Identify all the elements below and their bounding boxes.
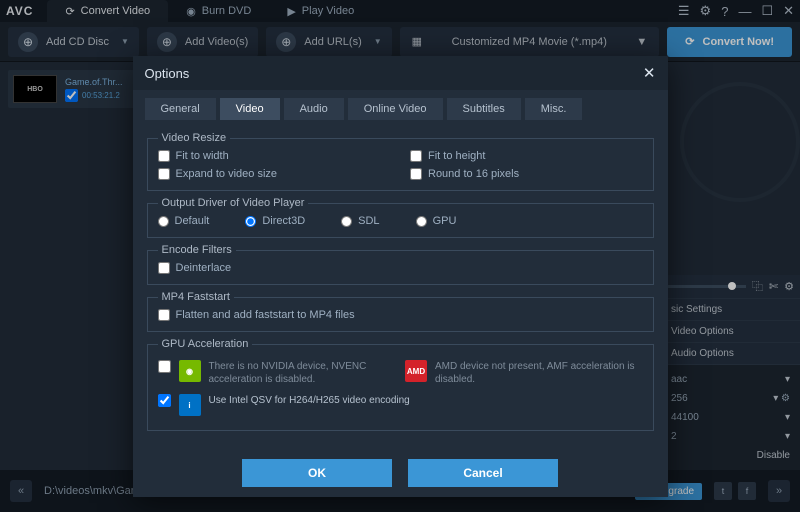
tab-general[interactable]: General — [145, 98, 216, 120]
tab-misc[interactable]: Misc. — [525, 98, 583, 120]
dialog-close-button[interactable]: ✕ — [643, 64, 656, 82]
radio-default[interactable]: Default — [158, 215, 210, 227]
check-nvidia[interactable] — [158, 360, 171, 373]
group-output-driver: Output Driver of Video Player Default Di… — [147, 197, 654, 238]
tab-online-video[interactable]: Online Video — [348, 98, 443, 120]
tab-audio[interactable]: Audio — [284, 98, 344, 120]
options-tabs: General Video Audio Online Video Subtitl… — [133, 90, 668, 120]
dialog-title: Options — [145, 66, 190, 81]
group-gpu-accel: GPU Acceleration ◉ There is no NVIDIA de… — [147, 338, 654, 431]
cancel-button[interactable]: Cancel — [408, 459, 558, 487]
group-encode-filters: Encode Filters Deinterlace — [147, 244, 654, 285]
modal-backdrop: Options ✕ General Video Audio Online Vid… — [0, 0, 800, 512]
group-faststart: MP4 Faststart Flatten and add faststart … — [147, 291, 654, 332]
amd-icon: AMD — [405, 360, 427, 382]
check-intel-qsv[interactable] — [158, 394, 171, 407]
check-fit-width[interactable]: Fit to width — [158, 150, 391, 162]
tab-subtitles[interactable]: Subtitles — [447, 98, 521, 120]
tab-video[interactable]: Video — [220, 98, 280, 120]
ok-button[interactable]: OK — [242, 459, 392, 487]
options-dialog: Options ✕ General Video Audio Online Vid… — [133, 56, 668, 497]
radio-direct3d[interactable]: Direct3D — [245, 215, 305, 227]
group-video-resize: Video Resize Fit to width Fit to height … — [147, 132, 654, 191]
radio-sdl[interactable]: SDL — [341, 215, 379, 227]
check-round16[interactable]: Round to 16 pixels — [410, 168, 643, 180]
check-fit-height[interactable]: Fit to height — [410, 150, 643, 162]
radio-gpu[interactable]: GPU — [416, 215, 457, 227]
check-faststart[interactable]: Flatten and add faststart to MP4 files — [158, 309, 643, 321]
check-deinterlace[interactable]: Deinterlace — [158, 262, 643, 274]
check-expand[interactable]: Expand to video size — [158, 168, 391, 180]
nvidia-icon: ◉ — [179, 360, 201, 382]
intel-icon: i — [179, 394, 201, 416]
